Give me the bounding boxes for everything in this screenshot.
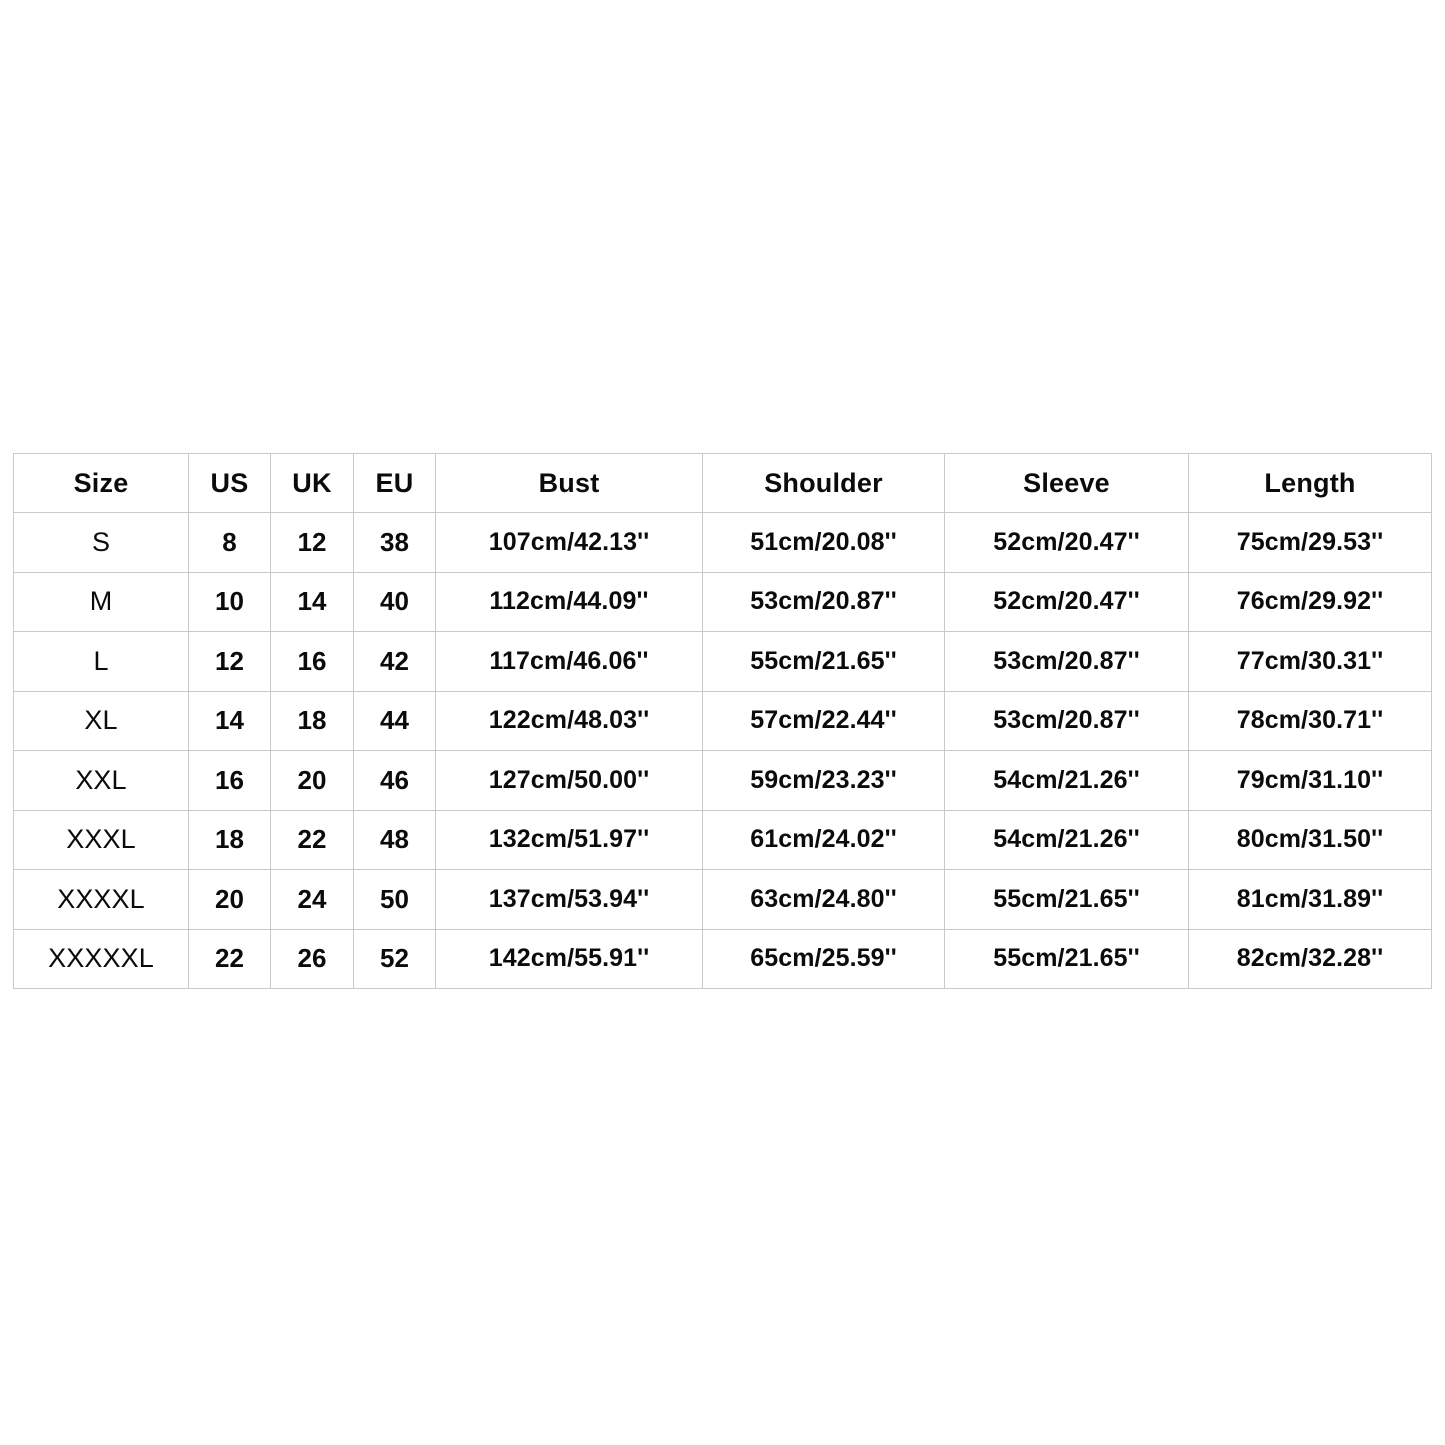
cell-eu: 42 [353, 631, 436, 692]
cell-us: 16 [188, 750, 271, 811]
cell-shoulder: 53cm/20.87'' [702, 571, 945, 632]
cell-bust: 142cm/55.91'' [435, 928, 703, 989]
cell-length: 75cm/29.53'' [1188, 512, 1432, 573]
cell-sleeve: 55cm/21.65'' [944, 928, 1189, 989]
cell-eu: 48 [353, 809, 436, 870]
cell-shoulder: 65cm/25.59'' [702, 928, 945, 989]
cell-bust: 117cm/46.06'' [435, 631, 703, 692]
cell-sleeve: 52cm/20.47'' [944, 571, 1189, 632]
cell-us: 14 [188, 690, 271, 751]
cell-bust: 107cm/42.13'' [435, 512, 703, 573]
column-header-bust: Bust [435, 453, 703, 513]
size-chart-table: Size US UK EU Bust Shoulder Sleeve Lengt… [13, 453, 1432, 989]
cell-bust: 137cm/53.94'' [435, 869, 703, 930]
cell-shoulder: 55cm/21.65'' [702, 631, 945, 692]
cell-uk: 20 [270, 750, 354, 811]
table-row: XL 14 18 44 122cm/48.03'' 57cm/22.44'' 5… [13, 690, 1432, 751]
cell-sleeve: 53cm/20.87'' [944, 631, 1189, 692]
column-header-eu: EU [353, 453, 436, 513]
column-header-uk: UK [270, 453, 354, 513]
cell-bust: 132cm/51.97'' [435, 809, 703, 870]
cell-shoulder: 61cm/24.02'' [702, 809, 945, 870]
cell-shoulder: 57cm/22.44'' [702, 690, 945, 751]
cell-eu: 38 [353, 512, 436, 573]
cell-uk: 22 [270, 809, 354, 870]
cell-uk: 16 [270, 631, 354, 692]
cell-size: S [13, 512, 189, 573]
cell-length: 79cm/31.10'' [1188, 750, 1432, 811]
cell-length: 76cm/29.92'' [1188, 571, 1432, 632]
table-row: XXXXL 20 24 50 137cm/53.94'' 63cm/24.80'… [13, 869, 1432, 930]
cell-length: 80cm/31.50'' [1188, 809, 1432, 870]
cell-size: M [13, 571, 189, 632]
cell-sleeve: 54cm/21.26'' [944, 809, 1189, 870]
cell-bust: 127cm/50.00'' [435, 750, 703, 811]
cell-uk: 26 [270, 928, 354, 989]
column-header-size: Size [13, 453, 189, 513]
table-row: XXXL 18 22 48 132cm/51.97'' 61cm/24.02''… [13, 809, 1432, 870]
column-header-us: US [188, 453, 271, 513]
cell-bust: 112cm/44.09'' [435, 571, 703, 632]
size-chart-header: Size US UK EU Bust Shoulder Sleeve Lengt… [13, 453, 1432, 513]
cell-size: XXL [13, 750, 189, 811]
cell-eu: 52 [353, 928, 436, 989]
cell-us: 20 [188, 869, 271, 930]
cell-uk: 24 [270, 869, 354, 930]
cell-eu: 50 [353, 869, 436, 930]
cell-eu: 40 [353, 571, 436, 632]
table-row: M 10 14 40 112cm/44.09'' 53cm/20.87'' 52… [13, 571, 1432, 632]
cell-shoulder: 63cm/24.80'' [702, 869, 945, 930]
cell-us: 18 [188, 809, 271, 870]
cell-length: 82cm/32.28'' [1188, 928, 1432, 989]
column-header-sleeve: Sleeve [944, 453, 1189, 513]
cell-eu: 46 [353, 750, 436, 811]
cell-us: 12 [188, 631, 271, 692]
column-header-length: Length [1188, 453, 1432, 513]
cell-size: XXXXXL [13, 928, 189, 989]
cell-size: XXXXL [13, 869, 189, 930]
cell-size: L [13, 631, 189, 692]
cell-us: 8 [188, 512, 271, 573]
cell-eu: 44 [353, 690, 436, 751]
cell-bust: 122cm/48.03'' [435, 690, 703, 751]
table-row: S 8 12 38 107cm/42.13'' 51cm/20.08'' 52c… [13, 512, 1432, 573]
cell-shoulder: 59cm/23.23'' [702, 750, 945, 811]
table-row: XXL 16 20 46 127cm/50.00'' 59cm/23.23'' … [13, 750, 1432, 811]
column-header-shoulder: Shoulder [702, 453, 945, 513]
cell-us: 22 [188, 928, 271, 989]
cell-size: XXXL [13, 809, 189, 870]
cell-sleeve: 54cm/21.26'' [944, 750, 1189, 811]
cell-uk: 14 [270, 571, 354, 632]
cell-length: 81cm/31.89'' [1188, 869, 1432, 930]
cell-sleeve: 52cm/20.47'' [944, 512, 1189, 573]
cell-us: 10 [188, 571, 271, 632]
cell-size: XL [13, 690, 189, 751]
table-header-row: Size US UK EU Bust Shoulder Sleeve Lengt… [13, 453, 1432, 513]
cell-shoulder: 51cm/20.08'' [702, 512, 945, 573]
size-chart-container: Size US UK EU Bust Shoulder Sleeve Lengt… [13, 453, 1432, 989]
cell-sleeve: 53cm/20.87'' [944, 690, 1189, 751]
cell-uk: 18 [270, 690, 354, 751]
cell-length: 77cm/30.31'' [1188, 631, 1432, 692]
size-chart-body: S 8 12 38 107cm/42.13'' 51cm/20.08'' 52c… [13, 512, 1432, 989]
cell-uk: 12 [270, 512, 354, 573]
cell-length: 78cm/30.71'' [1188, 690, 1432, 751]
table-row: XXXXXL 22 26 52 142cm/55.91'' 65cm/25.59… [13, 928, 1432, 989]
cell-sleeve: 55cm/21.65'' [944, 869, 1189, 930]
table-row: L 12 16 42 117cm/46.06'' 55cm/21.65'' 53… [13, 631, 1432, 692]
